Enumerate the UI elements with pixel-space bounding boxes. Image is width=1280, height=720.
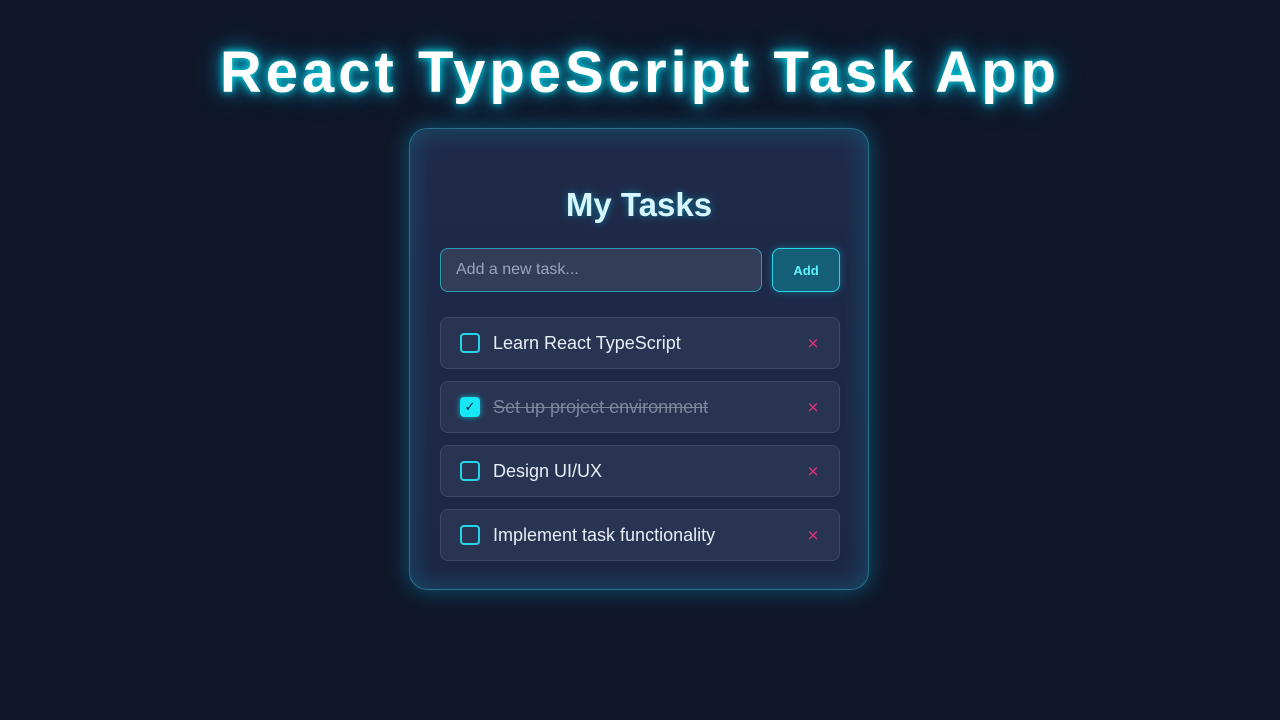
- task-checkbox-icon[interactable]: [460, 461, 480, 481]
- delete-task-icon[interactable]: ×: [804, 526, 822, 544]
- card-title: My Tasks: [565, 186, 713, 223]
- task-item: ✓ Set up project environment ×: [440, 381, 840, 433]
- add-task-button[interactable]: Add: [772, 248, 840, 292]
- delete-task-icon[interactable]: ×: [804, 398, 822, 416]
- task-card: My Tasks Add Learn React TypeScript × ✓ …: [409, 128, 869, 590]
- task-item: Design UI/UX ×: [440, 445, 840, 497]
- new-task-input[interactable]: [440, 248, 762, 292]
- task-checkbox-icon[interactable]: [460, 333, 480, 353]
- task-checkbox-checked-icon[interactable]: ✓: [460, 397, 480, 417]
- task-label: Set up project environment: [493, 397, 709, 417]
- delete-task-icon[interactable]: ×: [804, 462, 822, 480]
- delete-task-icon[interactable]: ×: [804, 334, 822, 352]
- task-label: Design UI/UX: [493, 461, 603, 481]
- task-label: Implement task functionality: [493, 525, 716, 545]
- task-item: Learn React TypeScript ×: [440, 317, 840, 369]
- task-checkbox-icon[interactable]: [460, 525, 480, 545]
- task-item: Implement task functionality ×: [440, 509, 840, 561]
- app-title: React TypeScript Task App: [219, 40, 1061, 105]
- task-label: Learn React TypeScript: [493, 333, 681, 353]
